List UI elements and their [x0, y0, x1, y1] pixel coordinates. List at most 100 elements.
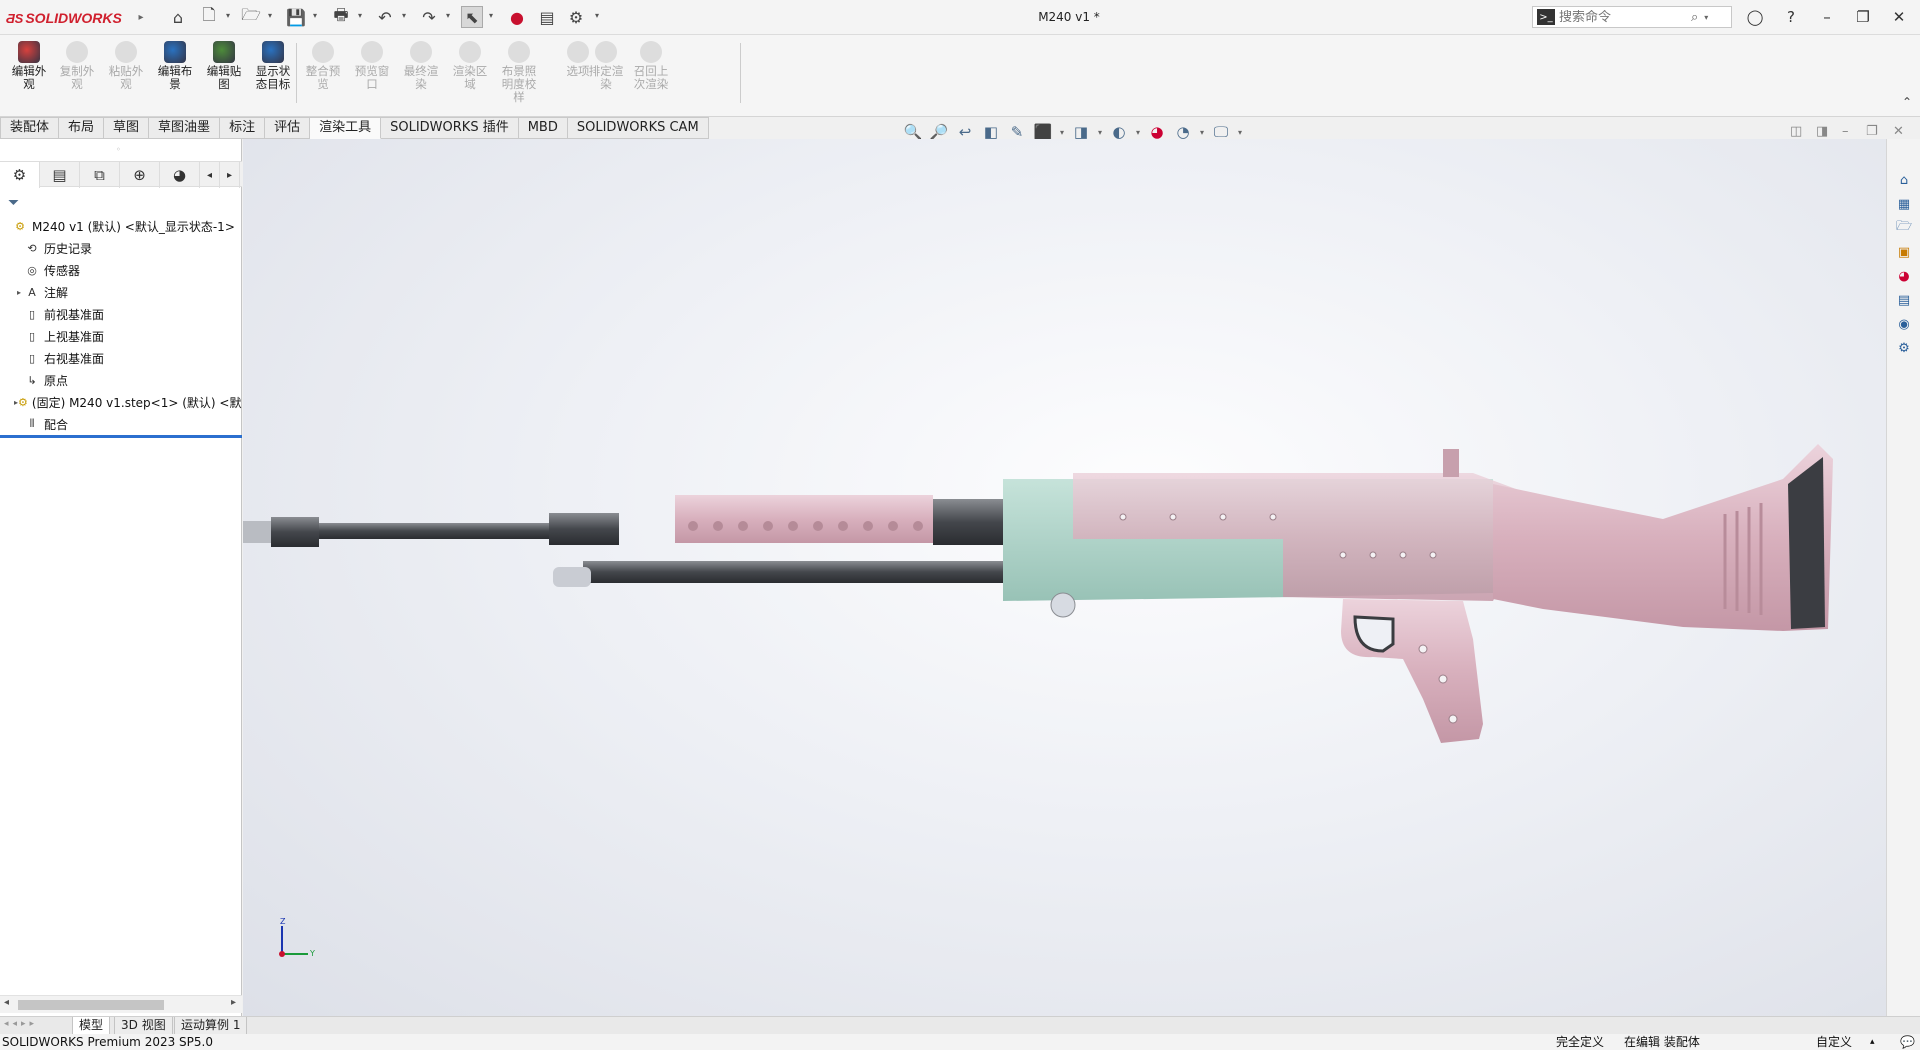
tree-node[interactable]: ⫴ 配合 — [0, 413, 242, 435]
ribbon-button-10[interactable]: 布景照明度校样 — [494, 41, 544, 111]
rollback-bar[interactable] — [0, 435, 242, 438]
command-tab-3[interactable]: 草图油墨 — [149, 117, 221, 139]
ribbon-button-7[interactable]: 预览窗口 — [347, 41, 397, 111]
ribbon-button-5[interactable]: 显示状态目标 — [248, 41, 298, 111]
custom-properties-icon[interactable]: ▤ — [1895, 291, 1913, 309]
select-dropdown-icon[interactable]: ▾ — [489, 11, 493, 20]
scroll-thumb[interactable] — [18, 1000, 164, 1010]
solidworks-forum-icon[interactable]: ◉ — [1895, 315, 1913, 333]
search-dropdown-icon[interactable]: ▾ — [1704, 13, 1708, 22]
home-icon[interactable]: ⌂ — [167, 6, 189, 28]
search-commands[interactable]: >_ ⌕ ▾ — [1532, 6, 1732, 28]
expand-menu-icon[interactable]: ▸ — [130, 6, 152, 28]
tab-model[interactable]: 模型 — [72, 1017, 111, 1035]
filter-icon[interactable]: ⏷ — [8, 195, 19, 211]
view-settings-dropdown-icon[interactable]: ▾ — [1236, 128, 1244, 137]
close-button[interactable]: ✕ — [1887, 6, 1911, 28]
open-icon[interactable]: 🗁 — [240, 5, 262, 28]
ribbon-button-1[interactable]: 复制外观 — [52, 41, 102, 111]
splitter-handle-icon[interactable]: ◦ — [116, 145, 121, 154]
print-dropdown-icon[interactable]: ▾ — [358, 11, 362, 20]
m240-model-render[interactable] — [243, 139, 1886, 1016]
viewport-tile-right-icon[interactable]: ◨ — [1816, 124, 1828, 139]
tree-node[interactable]: ▸ A 注解 — [0, 281, 242, 303]
select-pointer-icon[interactable]: ⬉ — [461, 6, 483, 28]
hide-show-dropdown-icon[interactable]: ▾ — [1134, 128, 1142, 137]
command-tab-0[interactable]: 装配体 — [0, 117, 60, 139]
ribbon-button-2[interactable]: 粘贴外观 — [101, 41, 151, 111]
tree-node[interactable]: ▯ 右视基准面 — [0, 347, 242, 369]
appearances-scenes-icon[interactable]: ◕ — [1895, 267, 1913, 285]
undo-dropdown-icon[interactable]: ▾ — [402, 11, 406, 20]
file-properties-icon[interactable]: ▤ — [536, 6, 558, 28]
tree-node[interactable]: ◎ 传感器 — [0, 259, 242, 281]
search-input[interactable] — [1559, 9, 1689, 25]
solidworks-logo[interactable]: ƋS SOLIDWORKS — [6, 9, 122, 27]
tree-node[interactable]: ⟲ 历史记录 — [0, 237, 242, 259]
minimize-button[interactable]: – — [1815, 6, 1839, 28]
save-dropdown-icon[interactable]: ▾ — [313, 11, 317, 20]
view-orientation-dropdown-icon[interactable]: ▾ — [1058, 128, 1066, 137]
viewport-minimize-icon[interactable]: – — [1842, 124, 1849, 139]
command-tab-5[interactable]: 评估 — [265, 117, 311, 139]
undo-icon[interactable]: ↶ — [374, 6, 396, 28]
property-manager-tab-icon[interactable]: ▤ — [40, 162, 80, 188]
open-dropdown-icon[interactable]: ▾ — [268, 11, 272, 20]
add-ins-icon[interactable]: ⚙ — [1895, 339, 1913, 357]
tab-3d-view[interactable]: 3D 视图 — [114, 1017, 173, 1035]
new-document-icon[interactable]: 🗋 — [198, 5, 220, 28]
viewport-restore-icon[interactable]: ❐ — [1866, 124, 1878, 139]
tab-scroll-arrows-icon[interactable]: ◂◂▸▸ — [4, 1019, 38, 1029]
tree-node[interactable]: ▸ ⚙ (固定) M240 v1.step<1> (默认) <默认 — [0, 391, 242, 413]
command-tab-8[interactable]: MBD — [518, 117, 568, 139]
view-palette-icon[interactable]: ▣ — [1895, 243, 1913, 261]
tab-motion-study[interactable]: 运动算例 1 — [174, 1017, 248, 1035]
tree-node[interactable]: ▯ 上视基准面 — [0, 325, 242, 347]
feature-manager-tab-icon[interactable]: ⚙ — [0, 162, 40, 188]
tabs-scroll-left-icon[interactable]: ◂ — [200, 162, 220, 188]
quick-tips-icon[interactable]: 💬 — [1900, 1034, 1915, 1050]
expand-arrow-icon[interactable]: ▸ — [14, 288, 24, 297]
viewport-tile-left-icon[interactable]: ◫ — [1790, 124, 1802, 139]
restore-button[interactable]: ❐ — [1851, 6, 1875, 28]
display-style-dropdown-icon[interactable]: ▾ — [1096, 128, 1104, 137]
new-dropdown-icon[interactable]: ▾ — [226, 11, 230, 20]
scroll-right-icon[interactable]: ▸ — [231, 997, 236, 1008]
ribbon-button-0[interactable]: 编辑外观 — [4, 41, 54, 111]
help-icon[interactable]: ? — [1779, 6, 1803, 28]
units-dropdown-icon[interactable]: ▴ — [1870, 1034, 1875, 1050]
ribbon-button-6[interactable]: 整合预览 — [298, 41, 348, 111]
options-dropdown-icon[interactable]: ▾ — [595, 11, 599, 20]
configuration-manager-tab-icon[interactable]: ⧉ — [80, 162, 120, 188]
solidworks-resources-icon[interactable]: ⌂ — [1895, 171, 1913, 189]
ribbon-button-8[interactable]: 最终渲染 — [396, 41, 446, 111]
apply-scene-dropdown-icon[interactable]: ▾ — [1198, 128, 1206, 137]
scroll-left-icon[interactable]: ◂ — [4, 997, 9, 1008]
print-icon[interactable]: 🖶 — [330, 5, 352, 28]
ribbon-button-3[interactable]: 编辑布景 — [150, 41, 200, 111]
command-tab-1[interactable]: 布局 — [59, 117, 105, 139]
collapse-ribbon-icon[interactable]: ⌃ — [1902, 95, 1912, 109]
units-selector[interactable]: 自定义 — [1816, 1034, 1852, 1050]
tree-node[interactable]: ▯ 前视基准面 — [0, 303, 242, 325]
panel-horizontal-scrollbar[interactable]: ◂ ▸ — [0, 995, 242, 1013]
ribbon-button-13[interactable]: 召回上次渲染 — [626, 41, 676, 111]
options-gear-icon[interactable]: ⚙ — [565, 6, 587, 28]
search-icon[interactable]: ⌕ — [1691, 10, 1698, 25]
command-tab-4[interactable]: 标注 — [220, 117, 266, 139]
save-icon[interactable]: 💾 — [285, 6, 307, 28]
tree-node[interactable]: ↳ 原点 — [0, 369, 242, 391]
tree-node[interactable]: ⚙ M240 v1 (默认) <默认_显示状态-1> — [0, 215, 242, 237]
command-tab-9[interactable]: SOLIDWORKS CAM — [567, 117, 709, 139]
command-tab-6[interactable]: 渲染工具 — [310, 117, 382, 139]
design-library-icon[interactable]: ▦ — [1895, 195, 1913, 213]
dimxpert-tab-icon[interactable]: ⊕ — [120, 162, 160, 188]
user-account-icon[interactable]: ◯ — [1743, 6, 1767, 28]
graphics-area[interactable]: Z Y — [243, 139, 1886, 1016]
ribbon-button-9[interactable]: 渲染区域 — [445, 41, 495, 111]
command-tab-2[interactable]: 草图 — [104, 117, 150, 139]
command-tab-7[interactable]: SOLIDWORKS 插件 — [381, 117, 519, 139]
viewport-close-icon[interactable]: ✕ — [1893, 124, 1904, 139]
ribbon-button-4[interactable]: 编辑贴图 — [199, 41, 249, 111]
redo-icon[interactable]: ↷ — [418, 6, 440, 28]
